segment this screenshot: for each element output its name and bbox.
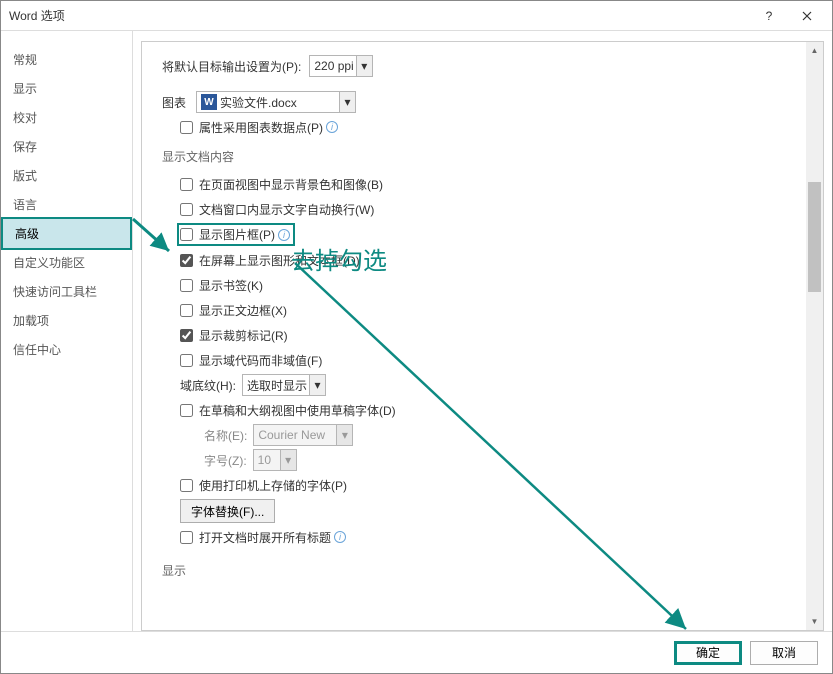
font-name-select: Courier New ▾ bbox=[253, 424, 353, 446]
info-icon[interactable]: i bbox=[334, 531, 346, 543]
draftfont-checkbox[interactable] bbox=[180, 404, 193, 417]
info-icon[interactable]: i bbox=[278, 229, 290, 241]
printer-fonts-checkbox[interactable] bbox=[180, 479, 193, 492]
chevron-down-icon: ▾ bbox=[309, 375, 325, 395]
ok-button[interactable]: 确定 bbox=[674, 641, 742, 665]
sidebar-item-addins[interactable]: 加载项 bbox=[1, 306, 132, 335]
bg-checkbox[interactable] bbox=[180, 178, 193, 191]
word-icon: W bbox=[201, 94, 217, 110]
sidebar-item-language[interactable]: 语言 bbox=[1, 190, 132, 219]
chevron-down-icon: ▾ bbox=[356, 56, 372, 76]
section-doc-content: 显示文档内容 bbox=[162, 148, 809, 167]
sidebar-item-layout[interactable]: 版式 bbox=[1, 161, 132, 190]
chevron-down-icon: ▾ bbox=[336, 425, 352, 445]
chevron-down-icon: ▾ bbox=[280, 450, 296, 470]
cancel-button[interactable]: 取消 bbox=[750, 641, 818, 665]
section-display: 显示 bbox=[162, 562, 809, 581]
expand-headings-checkbox[interactable] bbox=[180, 531, 193, 544]
sidebar-item-advanced[interactable]: 高级 bbox=[1, 217, 132, 250]
help-button[interactable]: ? bbox=[750, 1, 788, 30]
default-target-select[interactable]: 220 ppi ▾ bbox=[309, 55, 372, 77]
bookmarks-checkbox[interactable] bbox=[180, 279, 193, 292]
textbound-checkbox[interactable] bbox=[180, 304, 193, 317]
sidebar-item-display[interactable]: 显示 bbox=[1, 74, 132, 103]
cropmarks-checkbox[interactable] bbox=[180, 329, 193, 342]
options-panel: 将默认目标输出设置为(P): 220 ppi ▾ 图表 W 实验文件.docx bbox=[142, 42, 823, 630]
window-title: Word 选项 bbox=[7, 7, 750, 24]
info-icon[interactable]: i bbox=[326, 121, 338, 133]
sidebar-item-save[interactable]: 保存 bbox=[1, 132, 132, 161]
chart-doc-select[interactable]: W 实验文件.docx ▾ bbox=[196, 91, 356, 113]
picframe-checkbox[interactable] bbox=[180, 228, 193, 241]
scroll-down-icon[interactable]: ▼ bbox=[806, 613, 823, 630]
scroll-up-icon[interactable]: ▲ bbox=[806, 42, 823, 59]
wrap-checkbox[interactable] bbox=[180, 203, 193, 216]
default-target-label: 将默认目标输出设置为(P): bbox=[162, 58, 301, 75]
sidebar-item-trust-center[interactable]: 信任中心 bbox=[1, 335, 132, 364]
scrollbar[interactable]: ▲ ▼ bbox=[806, 42, 823, 630]
sidebar-item-general[interactable]: 常规 bbox=[1, 45, 132, 74]
shading-label: 域底纹(H): bbox=[180, 377, 236, 394]
chevron-down-icon: ▾ bbox=[339, 92, 355, 112]
sidebar-item-proofing[interactable]: 校对 bbox=[1, 103, 132, 132]
chart-attr-checkbox[interactable] bbox=[180, 121, 193, 134]
fieldcodes-checkbox[interactable] bbox=[180, 354, 193, 367]
shading-select[interactable]: 选取时显示 ▾ bbox=[242, 374, 326, 396]
font-subst-button[interactable]: 字体替换(F)... bbox=[180, 499, 275, 523]
font-size-label: 字号(Z): bbox=[204, 452, 247, 469]
close-button[interactable] bbox=[788, 1, 826, 30]
scroll-thumb[interactable] bbox=[808, 182, 821, 292]
sidebar-item-customize-ribbon[interactable]: 自定义功能区 bbox=[1, 248, 132, 277]
sidebar-item-quick-access[interactable]: 快速访问工具栏 bbox=[1, 277, 132, 306]
drawings-checkbox[interactable] bbox=[180, 254, 193, 267]
chart-attr-label: 属性采用图表数据点(P) bbox=[199, 119, 323, 136]
chart-label: 图表 bbox=[162, 94, 186, 111]
sidebar: 常规 显示 校对 保存 版式 语言 高级 自定义功能区 快速访问工具栏 加载项 … bbox=[1, 31, 133, 631]
font-size-select: 10 ▾ bbox=[253, 449, 297, 471]
font-name-label: 名称(E): bbox=[204, 427, 247, 444]
